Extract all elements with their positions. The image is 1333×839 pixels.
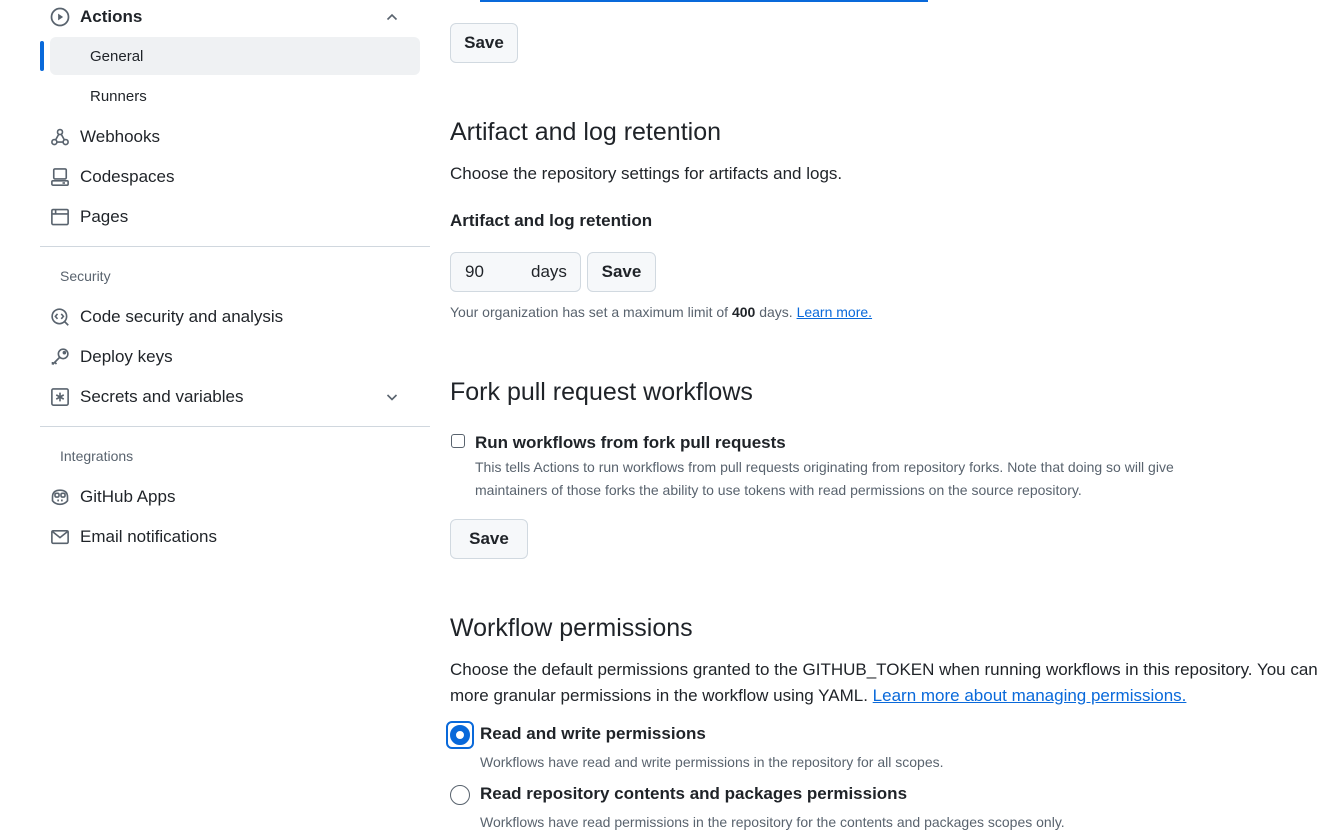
learn-more-link[interactable]: Learn more.	[797, 304, 872, 320]
codespaces-icon	[50, 167, 70, 187]
retention-days-field[interactable]: days	[450, 252, 581, 292]
sidebar-item-label: Secrets and variables	[80, 387, 244, 406]
retention-unit: days	[531, 262, 567, 281]
workflow-permissions-title: Workflow permissions	[450, 614, 693, 642]
sidebar-section-heading-security: Security	[60, 268, 111, 284]
retention-limit-note: Your organization has set a maximum limi…	[450, 304, 872, 320]
sidebar-item-email-notifications[interactable]: Email notifications	[50, 518, 420, 556]
sidebar-item-general[interactable]: General	[50, 37, 420, 75]
sidebar-item-deploy-keys[interactable]: Deploy keys	[50, 338, 420, 376]
sidebar-item-label: Pages	[80, 207, 129, 226]
retention-note-prefix: Your organization has set a maximum limi…	[450, 304, 729, 320]
retention-days-input[interactable]	[451, 261, 511, 283]
artifact-retention-title: Artifact and log retention	[450, 118, 721, 146]
fork-workflows-title: Fork pull request workflows	[450, 378, 753, 406]
asterisk-icon	[50, 387, 70, 407]
sidebar-item-label: GitHub Apps	[80, 487, 176, 506]
read-write-help: Workflows have read and write permission…	[480, 754, 944, 770]
retention-limit-value: 400	[731, 304, 756, 320]
active-indicator	[40, 41, 44, 71]
webhook-icon	[50, 127, 70, 147]
read-only-help: Workflows have read permissions in the r…	[480, 814, 1065, 830]
sidebar-item-actions[interactable]: Actions	[50, 0, 420, 36]
retention-note-suffix: days.	[759, 304, 793, 320]
sidebar-item-label: Codespaces	[80, 167, 175, 186]
fork-workflows-help-2: maintainers of those forks the ability t…	[475, 482, 1082, 498]
managing-permissions-link[interactable]: Learn more about managing permissions.	[873, 686, 1187, 705]
codescan-icon	[50, 307, 70, 327]
sidebar-item-label: Actions	[80, 7, 143, 26]
workflow-permissions-desc-text: more granular permissions in the workflo…	[450, 686, 868, 705]
artifact-retention-label: Artifact and log retention	[450, 211, 653, 230]
sidebar-item-codespaces[interactable]: Codespaces	[50, 158, 420, 196]
sidebar-item-label: Deploy keys	[80, 347, 173, 366]
key-icon	[50, 347, 70, 367]
sidebar-divider	[40, 426, 430, 427]
sidebar-item-webhooks[interactable]: Webhooks	[50, 118, 420, 156]
settings-page: Actions General Runners Webhooks Codespa…	[0, 0, 1333, 839]
sidebar-item-label: General	[90, 47, 144, 65]
sidebar-divider	[40, 246, 430, 247]
workflow-permissions-desc-2: more granular permissions in the workflo…	[450, 686, 1186, 706]
read-only-label[interactable]: Read repository contents and packages pe…	[480, 784, 907, 804]
save-retention-button[interactable]: Save	[587, 252, 656, 292]
fork-workflows-label[interactable]: Run workflows from fork pull requests	[475, 433, 786, 453]
sidebar-item-secrets[interactable]: Secrets and variables	[50, 378, 420, 416]
save-button[interactable]: Save	[450, 23, 518, 63]
mail-icon	[50, 527, 70, 547]
truncated-link[interactable]	[480, 0, 928, 2]
fork-workflows-help-1: This tells Actions to run workflows from…	[475, 459, 1174, 475]
sidebar-item-label: Code security and analysis	[80, 307, 284, 326]
chevron-up-icon[interactable]	[384, 9, 400, 25]
save-fork-button[interactable]: Save	[450, 519, 528, 559]
workflow-permissions-desc-1: Choose the default permissions granted t…	[450, 660, 1318, 679]
copilot-icon	[50, 487, 70, 507]
sidebar-item-label: Email notifications	[80, 527, 218, 546]
chevron-down-icon[interactable]	[384, 389, 400, 405]
sidebar-item-code-security[interactable]: Code security and analysis	[50, 298, 420, 336]
sidebar-section-heading-integrations: Integrations	[60, 448, 134, 464]
sidebar-item-pages[interactable]: Pages	[50, 198, 420, 236]
sidebar-item-runners[interactable]: Runners	[50, 77, 420, 115]
sidebar-item-label: Runners	[90, 87, 147, 105]
sidebar-item-github-apps[interactable]: GitHub Apps	[50, 478, 420, 516]
radio-read-only[interactable]	[450, 785, 470, 805]
sidebar-item-label: Webhooks	[80, 127, 161, 146]
artifact-retention-description: Choose the repository settings for artif…	[450, 164, 843, 183]
radio-read-write[interactable]	[450, 725, 470, 745]
fork-workflows-checkbox[interactable]	[451, 434, 465, 448]
play-icon	[50, 7, 70, 27]
read-write-label[interactable]: Read and write permissions	[480, 724, 706, 744]
browser-icon	[50, 207, 70, 227]
